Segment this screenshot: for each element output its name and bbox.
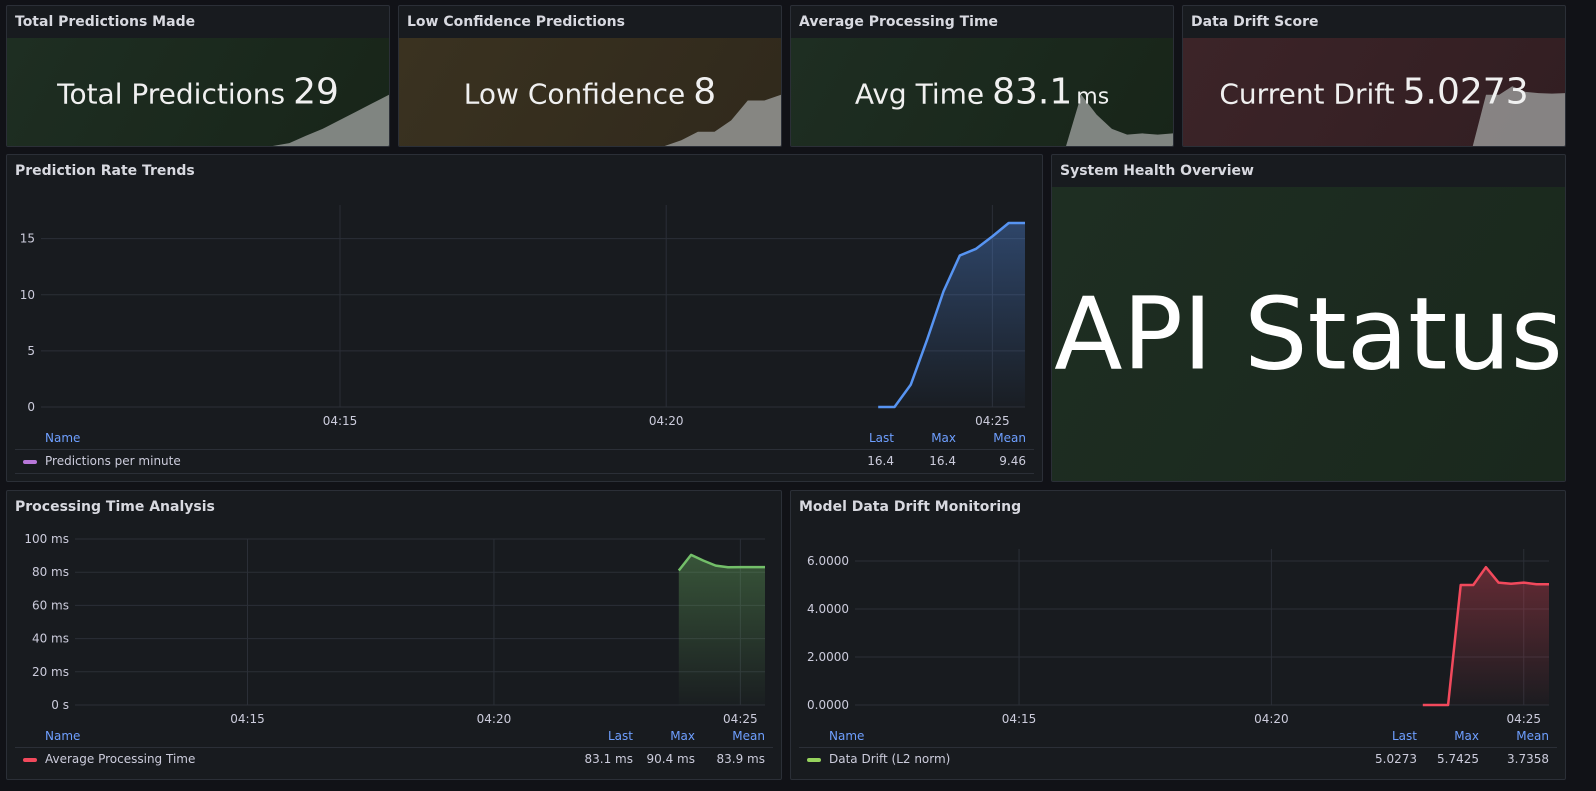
series-color-swatch: [807, 758, 821, 762]
panel-prediction-rate[interactable]: Prediction Rate Trends 0 5 10 15 04:15 04:20 0…: [6, 154, 1043, 482]
y-tick-label: 20 ms: [32, 665, 69, 679]
legend-max-value: 90.4 ms: [646, 752, 695, 766]
stat-value: 8: [693, 71, 717, 113]
y-tick-label: 15: [20, 232, 35, 246]
legend-divider: [799, 747, 1557, 748]
legend-series-name[interactable]: Data Drift (L2 norm): [829, 752, 950, 766]
y-tick-label: 80 ms: [32, 565, 69, 579]
y-tick-label: 2.0000: [807, 650, 849, 664]
x-tick-label: 04:25: [975, 414, 1010, 425]
stat-value-line: Low Confidence 8: [399, 72, 781, 113]
y-tick-label: 4.0000: [807, 602, 849, 616]
y-tick-label: 0.0000: [807, 698, 849, 712]
data-drift-chart: 0.0000 2.0000 4.0000 6.0000 04:15 04:20 04:25: [807, 549, 1549, 726]
stat-label: Current Drift: [1219, 77, 1395, 111]
legend-max-header[interactable]: Max: [670, 729, 695, 743]
x-tick-label: 04:20: [477, 712, 512, 726]
stat-value: 29: [293, 71, 339, 113]
prediction-rate-chart: 0 5 10 15 04:15 04:20 04:25: [20, 205, 1025, 425]
legend-mean-value: 9.46: [999, 454, 1026, 468]
y-tick-label: 0 s: [51, 698, 69, 712]
legend-series-name[interactable]: Average Processing Time: [45, 752, 195, 766]
y-tick-label: 6.0000: [807, 554, 849, 568]
panel-system-health[interactable]: System Health Overview API Status: [1051, 154, 1566, 482]
legend-last-header[interactable]: Last: [869, 431, 894, 445]
panel-title: Low Confidence Predictions: [407, 14, 625, 30]
y-tick-label: 0: [27, 400, 35, 414]
panel-title: System Health Overview: [1060, 163, 1254, 179]
legend-name-header[interactable]: Name: [45, 431, 80, 445]
legend-divider: [15, 449, 1034, 450]
stat-label: Low Confidence: [463, 77, 686, 111]
stat-panel-low-confidence[interactable]: Low Confidence Predictions Low Confidenc…: [398, 5, 782, 147]
legend-mean-header[interactable]: Mean: [1516, 729, 1549, 743]
legend-mean-header[interactable]: Mean: [732, 729, 765, 743]
panel-data-drift[interactable]: Model Data Drift Monitoring 0.0000 2.0000…: [790, 490, 1566, 780]
series-area: [1422, 567, 1549, 705]
stat-body: Total Predictions 29: [7, 38, 389, 146]
panel-title: Data Drift Score: [1191, 14, 1319, 30]
x-tick-label: 04:15: [1002, 712, 1037, 726]
y-tick-label: 40 ms: [32, 632, 69, 646]
stat-value: 83.1: [992, 71, 1073, 113]
processing-time-chart: 0 s 20 ms 40 ms 60 ms 80 ms 100 ms 04:15 04:20 0…: [24, 532, 765, 726]
legend-max-header[interactable]: Max: [931, 431, 956, 445]
y-tick-label: 100 ms: [24, 532, 69, 546]
legend-name-header[interactable]: Name: [829, 729, 864, 743]
legend-last-header[interactable]: Last: [608, 729, 633, 743]
stat-panel-data-drift[interactable]: Data Drift Score Current Drift 5.0273: [1182, 5, 1566, 147]
legend-last-value: 5.0273: [1375, 752, 1417, 766]
panel-processing-time[interactable]: Processing Time Analysis 0 s 20 ms 40 ms 60…: [6, 490, 782, 780]
legend-name-header[interactable]: Name: [45, 729, 80, 743]
legend-max-header[interactable]: Max: [1454, 729, 1479, 743]
legend-max-value: 5.7425: [1437, 752, 1479, 766]
legend-series-name[interactable]: Predictions per minute: [45, 454, 181, 468]
stat-label: Total Predictions: [57, 77, 286, 111]
series-color-swatch: [23, 460, 37, 464]
legend-max-value: 16.4: [929, 454, 956, 468]
x-tick-label: 04:25: [723, 712, 758, 726]
legend-divider: [15, 473, 1034, 474]
panel-title: Total Predictions Made: [15, 14, 196, 30]
series-area: [878, 223, 1025, 407]
stat-label: Avg Time: [854, 77, 985, 111]
legend-last-header[interactable]: Last: [1392, 729, 1417, 743]
series-color-swatch: [23, 758, 37, 762]
x-tick-label: 04:20: [1254, 712, 1289, 726]
y-tick-label: 5: [27, 344, 35, 358]
panel-title: Average Processing Time: [799, 14, 999, 30]
stat-panel-avg-processing-time[interactable]: Average Processing Time Avg Time 83.1 ms: [790, 5, 1174, 147]
legend-mean-value: 83.9 ms: [716, 752, 765, 766]
stat-unit: ms: [1076, 84, 1110, 110]
stat-value-line: Avg Time 83.1 ms: [791, 72, 1173, 113]
x-tick-label: 04:15: [323, 414, 358, 425]
stat-body: Avg Time 83.1 ms: [791, 38, 1173, 146]
health-body: API Status: [1052, 187, 1565, 481]
legend-mean-header[interactable]: Mean: [993, 431, 1026, 445]
stat-value-line: Current Drift 5.0273: [1183, 72, 1565, 113]
series-area: [678, 554, 765, 705]
stat-body: Low Confidence 8: [399, 38, 781, 146]
stat-value: 5.0273: [1402, 71, 1529, 113]
x-tick-label: 04:15: [230, 712, 265, 726]
legend-last-value: 83.1 ms: [584, 752, 633, 766]
legend-mean-value: 3.7358: [1507, 752, 1549, 766]
x-tick-label: 04:25: [1506, 712, 1541, 726]
stat-body: Current Drift 5.0273: [1183, 38, 1565, 146]
stat-value-line: Total Predictions 29: [7, 72, 389, 113]
legend-divider: [15, 747, 773, 748]
y-tick-label: 60 ms: [32, 598, 69, 612]
legend-last-value: 16.4: [867, 454, 894, 468]
x-tick-label: 04:20: [649, 414, 684, 425]
stat-panel-total-predictions[interactable]: Total Predictions Made Total Predictions…: [6, 5, 390, 147]
api-status-text: API Status: [1054, 275, 1563, 393]
y-tick-label: 10: [20, 288, 35, 302]
